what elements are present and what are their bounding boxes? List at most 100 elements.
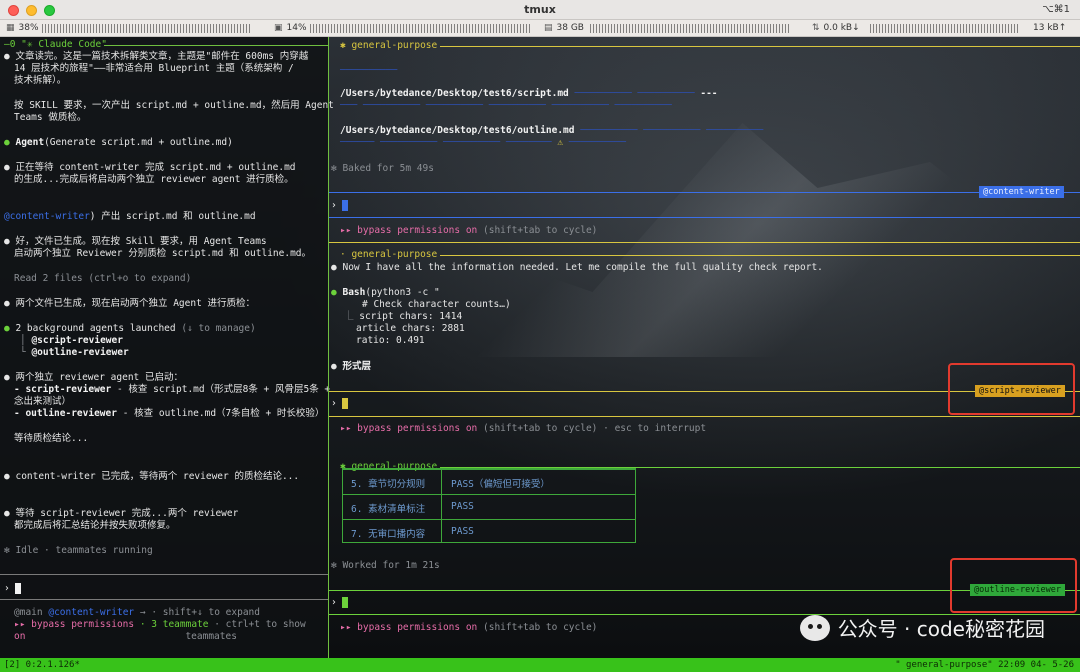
bash-output-3: ratio: 0.491 — [356, 335, 425, 346]
outline-path: /Users/bytedance/Desktop/test6/outline.m… — [340, 125, 764, 136]
memory-graph — [590, 24, 790, 33]
table-row: 6. 素材清单标注 PASS — [343, 494, 635, 519]
script-path: /Users/bytedance/Desktop/test6/script.md… — [340, 88, 718, 99]
tmux-terminal[interactable]: —0 "✳ Claude Code" ● 文章读完。这是一篇技术拆解类文章，主题… — [0, 37, 1080, 658]
pane-header-script-reviewer: · general-purpose — [340, 249, 438, 260]
left-header-rule — [104, 45, 328, 46]
cpu-meter: ▦ 38% — [6, 23, 39, 33]
message-line: 启动两个独立 Reviewer 分别质检 script.md 和 outline… — [14, 248, 312, 259]
pane-rule-blue — [329, 192, 1080, 193]
gpu-value: 14% — [286, 23, 307, 33]
pane-time-info: " general-purpose" 22:09 04- 5-26 — [895, 660, 1074, 670]
memory-icon: ▤ — [544, 23, 553, 33]
agents-launched-line[interactable]: ● 2 background agents launched (↓ to man… — [4, 323, 256, 335]
window-title: tmux — [524, 3, 556, 16]
window-shortcut: ⌥⌘1 — [1042, 4, 1070, 15]
input-rule-bottom — [0, 599, 328, 600]
outline-reviewer-prompt[interactable]: › — [331, 597, 349, 609]
bullet-icon: ● — [331, 287, 337, 298]
permissions-footer-2: on teammates — [14, 631, 237, 642]
bullet-icon: ● — [4, 323, 10, 334]
tmux-statusbar: [2] 0:2.1.126* " general-purpose" 22:09 … — [0, 658, 1080, 672]
bypass-permissions-1[interactable]: ▸▸ bypass permissions on (shift+tab to c… — [340, 225, 597, 237]
blue-fragment: ────── ────────── ────────── ──────── ⚠ … — [340, 137, 626, 148]
pane-separator — [329, 242, 1080, 243]
cpu-value: 38% — [18, 23, 39, 33]
net-down-meter: ⇅ 0.0 kB↓ — [812, 23, 860, 33]
message-line: ● 两个文件已生成，现在启动两个独立 Agent 进行质检： — [4, 298, 256, 309]
net-up-meter: 13 kB↑ — [1033, 23, 1066, 33]
read-files-line[interactable]: Read 2 files (ctrl+o to expand) — [14, 273, 191, 285]
message-line: 念出来测试） — [14, 396, 72, 407]
gpu-graph — [310, 24, 530, 33]
bullet-icon: ● — [4, 508, 10, 519]
pane-header-content-writer: ✱ general-purpose — [340, 40, 438, 51]
watermark-text: 公众号 · code秘密花园 — [837, 617, 1045, 641]
table-row: 5. 章节切分规则 PASS（偏短但可接受） — [343, 469, 635, 494]
message-line: ● 文章读完。这是一篇技术拆解类文章，主题是"邮件在 600ms 内穿越 — [4, 51, 309, 62]
message-line: Teams 做质检。 — [14, 112, 87, 123]
agent-script-reviewer[interactable]: │ @script-reviewer — [20, 335, 123, 347]
message-line: ● Now I have all the information needed.… — [331, 262, 823, 273]
agent-outline-reviewer[interactable]: └ @outline-reviewer — [20, 347, 129, 359]
table-row: 7. 无审口播内容 PASS — [343, 519, 635, 544]
watermark: 公众号 · code秘密花园 — [799, 613, 1045, 642]
message-line: 都完成后将汇总结论并按失败项修复。 — [14, 520, 176, 531]
bash-output-2: article chars: 2881 — [356, 323, 465, 334]
message-line: - outline-reviewer - 核查 outline.md（7条自检 … — [14, 408, 325, 419]
bullet-icon: ● — [4, 162, 10, 173]
session-info: [2] 0:2.1.126* — [4, 660, 80, 670]
permissions-footer[interactable]: ▸▸ bypass permissions · 3 teammate · ctr… — [14, 619, 306, 631]
message-line: 技术拆解）。 — [14, 75, 67, 86]
message-line: ● content-writer 已完成，等待两个 reviewer 的质检结论… — [4, 471, 300, 482]
teammate-footer[interactable]: @main @content-writer → · shift+↓ to exp… — [14, 607, 260, 619]
bypass-permissions-3[interactable]: ▸▸ bypass permissions on (shift+tab to c… — [340, 622, 597, 634]
bullet-icon: ● — [331, 262, 337, 273]
message-line: - script-reviewer - 核查 script.md（形式层8条 +… — [14, 384, 331, 395]
net-up-value: 13 kB↑ — [1033, 23, 1067, 33]
text-cursor — [342, 200, 349, 211]
pane-divider[interactable] — [328, 37, 329, 658]
tag-content-writer: @content-writer — [979, 186, 1064, 198]
highlight-box — [948, 363, 1075, 415]
text-cursor — [342, 398, 349, 409]
content-writer-prompt[interactable]: › — [331, 200, 349, 212]
pane-rule-blue-2 — [329, 217, 1080, 218]
memory-value: 38 GB — [556, 23, 584, 33]
message-line: ● 两个独立 reviewer agent 已启动： — [4, 372, 183, 383]
message-line: ● 好，文件已生成。现在按 Skill 要求，用 Agent Teams — [4, 236, 267, 247]
agent-call-line: ● Agent(Generate script.md + outline.md) — [4, 137, 233, 148]
bullet-icon: ● — [4, 471, 10, 482]
network-icon: ⇅ — [812, 23, 820, 33]
cpu-icon: ▦ — [6, 23, 15, 33]
message-line: 等待质检结论... — [14, 433, 89, 444]
bypass-permissions-2[interactable]: ▸▸ bypass permissions on (shift+tab to c… — [340, 423, 706, 435]
form-layer-line: ● 形式层 — [331, 361, 371, 372]
window-titlebar: tmux ⌥⌘1 — [0, 0, 1080, 20]
bash-comment: # Check character counts…) — [362, 299, 511, 310]
message-line: ● 正在等待 content-writer 完成 script.md + out… — [4, 162, 296, 173]
system-statusbar: ▦ 38% ▣ 14% ▤ 38 GB ⇅ 0.0 kB↓ 13 kB↑ — [0, 20, 1080, 37]
bash-output-1: ⎿ script chars: 1414 — [344, 311, 463, 322]
memory-meter: ▤ 38 GB — [544, 23, 584, 33]
network-graph — [870, 24, 1020, 33]
left-prompt-input[interactable]: › — [4, 583, 22, 595]
blue-fragment: ─── ────────── ────────── ────────── ───… — [340, 100, 672, 111]
bullet-icon: ● — [331, 361, 337, 372]
gpu-icon: ▣ — [274, 23, 283, 33]
message-line: 按 SKILL 要求，一次产出 script.md + outline.md，然… — [14, 100, 334, 111]
mention-line: @content-writer) 产出 script.md 和 outline.… — [4, 211, 256, 222]
text-cursor — [342, 597, 349, 608]
gpu-meter: ▣ 14% — [274, 23, 307, 33]
wechat-icon — [799, 614, 830, 641]
left-pane-header: —0 "✳ Claude Code" — [4, 39, 107, 50]
bash-call: ● Bash(python3 -c " — [331, 287, 440, 298]
script-reviewer-prompt[interactable]: › — [331, 398, 349, 410]
worked-status: ✻ Worked for 1m 21s — [331, 560, 440, 571]
input-rule-top — [0, 574, 328, 575]
text-cursor — [15, 583, 22, 594]
bullet-icon: ● — [4, 372, 10, 383]
bullet-icon: ● — [4, 137, 10, 148]
net-down-value: 0.0 kB↓ — [823, 23, 860, 33]
left-pane[interactable]: —0 "✳ Claude Code" ● 文章读完。这是一篇技术拆解类文章，主题… — [0, 37, 334, 658]
